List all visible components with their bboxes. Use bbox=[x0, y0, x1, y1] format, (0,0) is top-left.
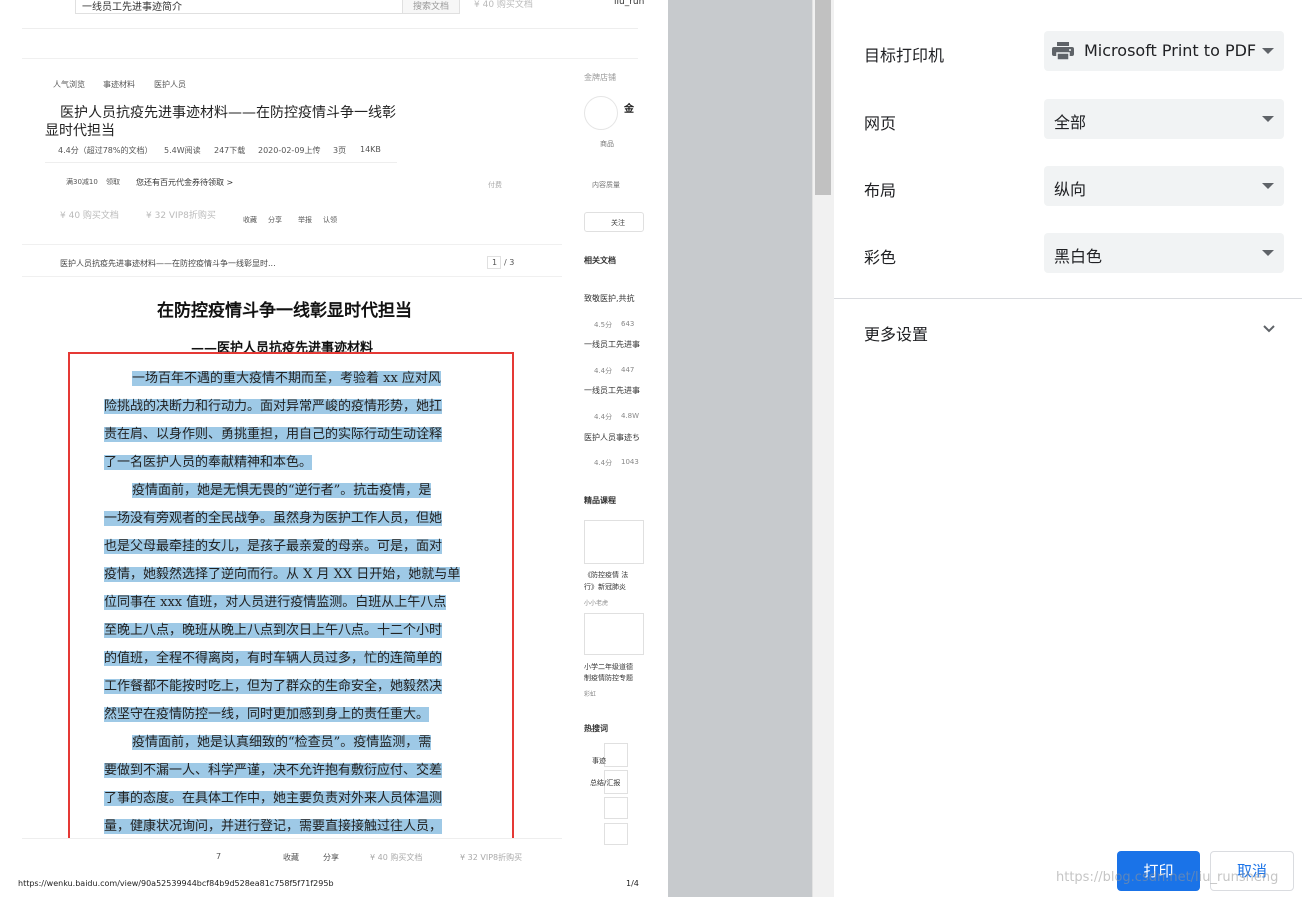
printer-icon bbox=[1052, 42, 1074, 60]
pages-label: 网页 bbox=[864, 114, 897, 133]
layout-value: 纵向 bbox=[1054, 180, 1087, 199]
color-label: 彩色 bbox=[864, 248, 897, 267]
layout-select[interactable]: 纵向 bbox=[1044, 166, 1284, 206]
chevron-down-icon bbox=[1262, 48, 1274, 54]
destination-select[interactable]: Microsoft Print to PDF bbox=[1044, 31, 1284, 71]
chevron-down-icon bbox=[1262, 116, 1274, 122]
more-settings-label: 更多设置 bbox=[864, 325, 929, 344]
color-select[interactable]: 黑白色 bbox=[1044, 233, 1284, 273]
chevron-down-icon bbox=[1262, 183, 1274, 189]
destination-value: Microsoft Print to PDF bbox=[1084, 41, 1257, 60]
chevron-down-icon bbox=[1263, 325, 1275, 333]
more-settings-toggle[interactable]: 更多设置 bbox=[834, 300, 1302, 360]
print-settings-panel: 目标打印机 Microsoft Print to PDF 网页 全部 布局 纵向… bbox=[834, 0, 1302, 897]
chevron-down-icon bbox=[1262, 250, 1274, 256]
pages-select[interactable]: 全部 bbox=[1044, 99, 1284, 139]
divider bbox=[834, 298, 1302, 299]
destination-label: 目标打印机 bbox=[864, 46, 945, 65]
layout-label: 布局 bbox=[864, 181, 897, 200]
color-value: 黑白色 bbox=[1054, 247, 1103, 266]
pages-value: 全部 bbox=[1054, 113, 1087, 132]
watermark: https://blog.csdn.net/liu_runsheng bbox=[1056, 870, 1279, 885]
